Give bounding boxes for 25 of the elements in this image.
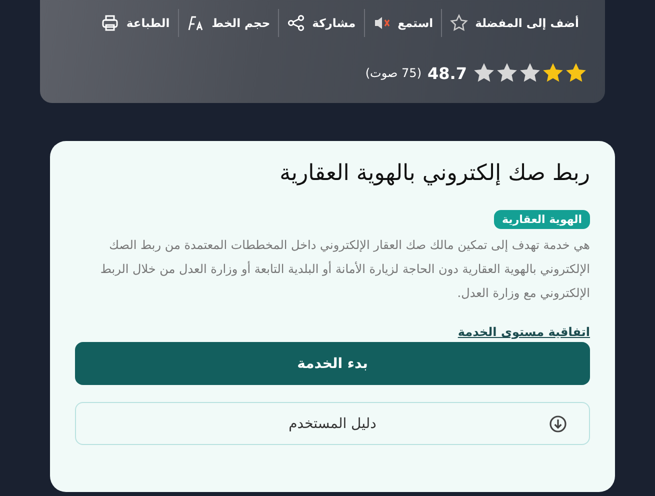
star-icon	[565, 62, 587, 84]
star-icon	[542, 62, 564, 84]
service-description: هي خدمة تهدف إلى تمكين مالك صك العقار الإلكتروني داخل المخططات المعتمدة من ربط الصك الإلكتروني بالهوية العقارية دون الحاجة لزيارة الأمانة أو البلدية التابعة أو وزارة العدل من خلال الربط الإلكتروني مع وزارة العدل.	[99, 237, 590, 302]
user-guide-button[interactable]: دليل المستخدم	[75, 402, 590, 445]
sla-link[interactable]: اتفاقية مستوى الخدمة	[458, 325, 590, 339]
font-size-icon	[186, 14, 205, 32]
share-icon	[287, 14, 306, 32]
start-service-button[interactable]: بدء الخدمة	[75, 342, 590, 385]
font-size-button[interactable]: حجم الخط	[178, 14, 278, 32]
listen-button[interactable]: استمع	[364, 14, 442, 32]
star-icon	[473, 62, 495, 84]
favorite-button[interactable]: أضف إلى المفضلة	[442, 14, 587, 32]
rating-score: 48.7	[428, 64, 467, 82]
category-tag: الهوية العقارية	[494, 210, 590, 229]
star-icon	[450, 14, 468, 32]
printer-icon	[101, 14, 120, 32]
print-button[interactable]: الطباعة	[93, 14, 178, 32]
star-icon	[519, 62, 541, 84]
vote-count: (75 صوت)	[365, 66, 422, 80]
star-icon	[496, 62, 518, 84]
share-button[interactable]: مشاركة	[279, 14, 364, 32]
service-title: ربط صك إلكتروني بالهوية العقارية	[278, 161, 590, 186]
speaker-icon	[372, 14, 391, 32]
star-rating[interactable]	[473, 62, 587, 84]
download-icon	[549, 414, 567, 432]
